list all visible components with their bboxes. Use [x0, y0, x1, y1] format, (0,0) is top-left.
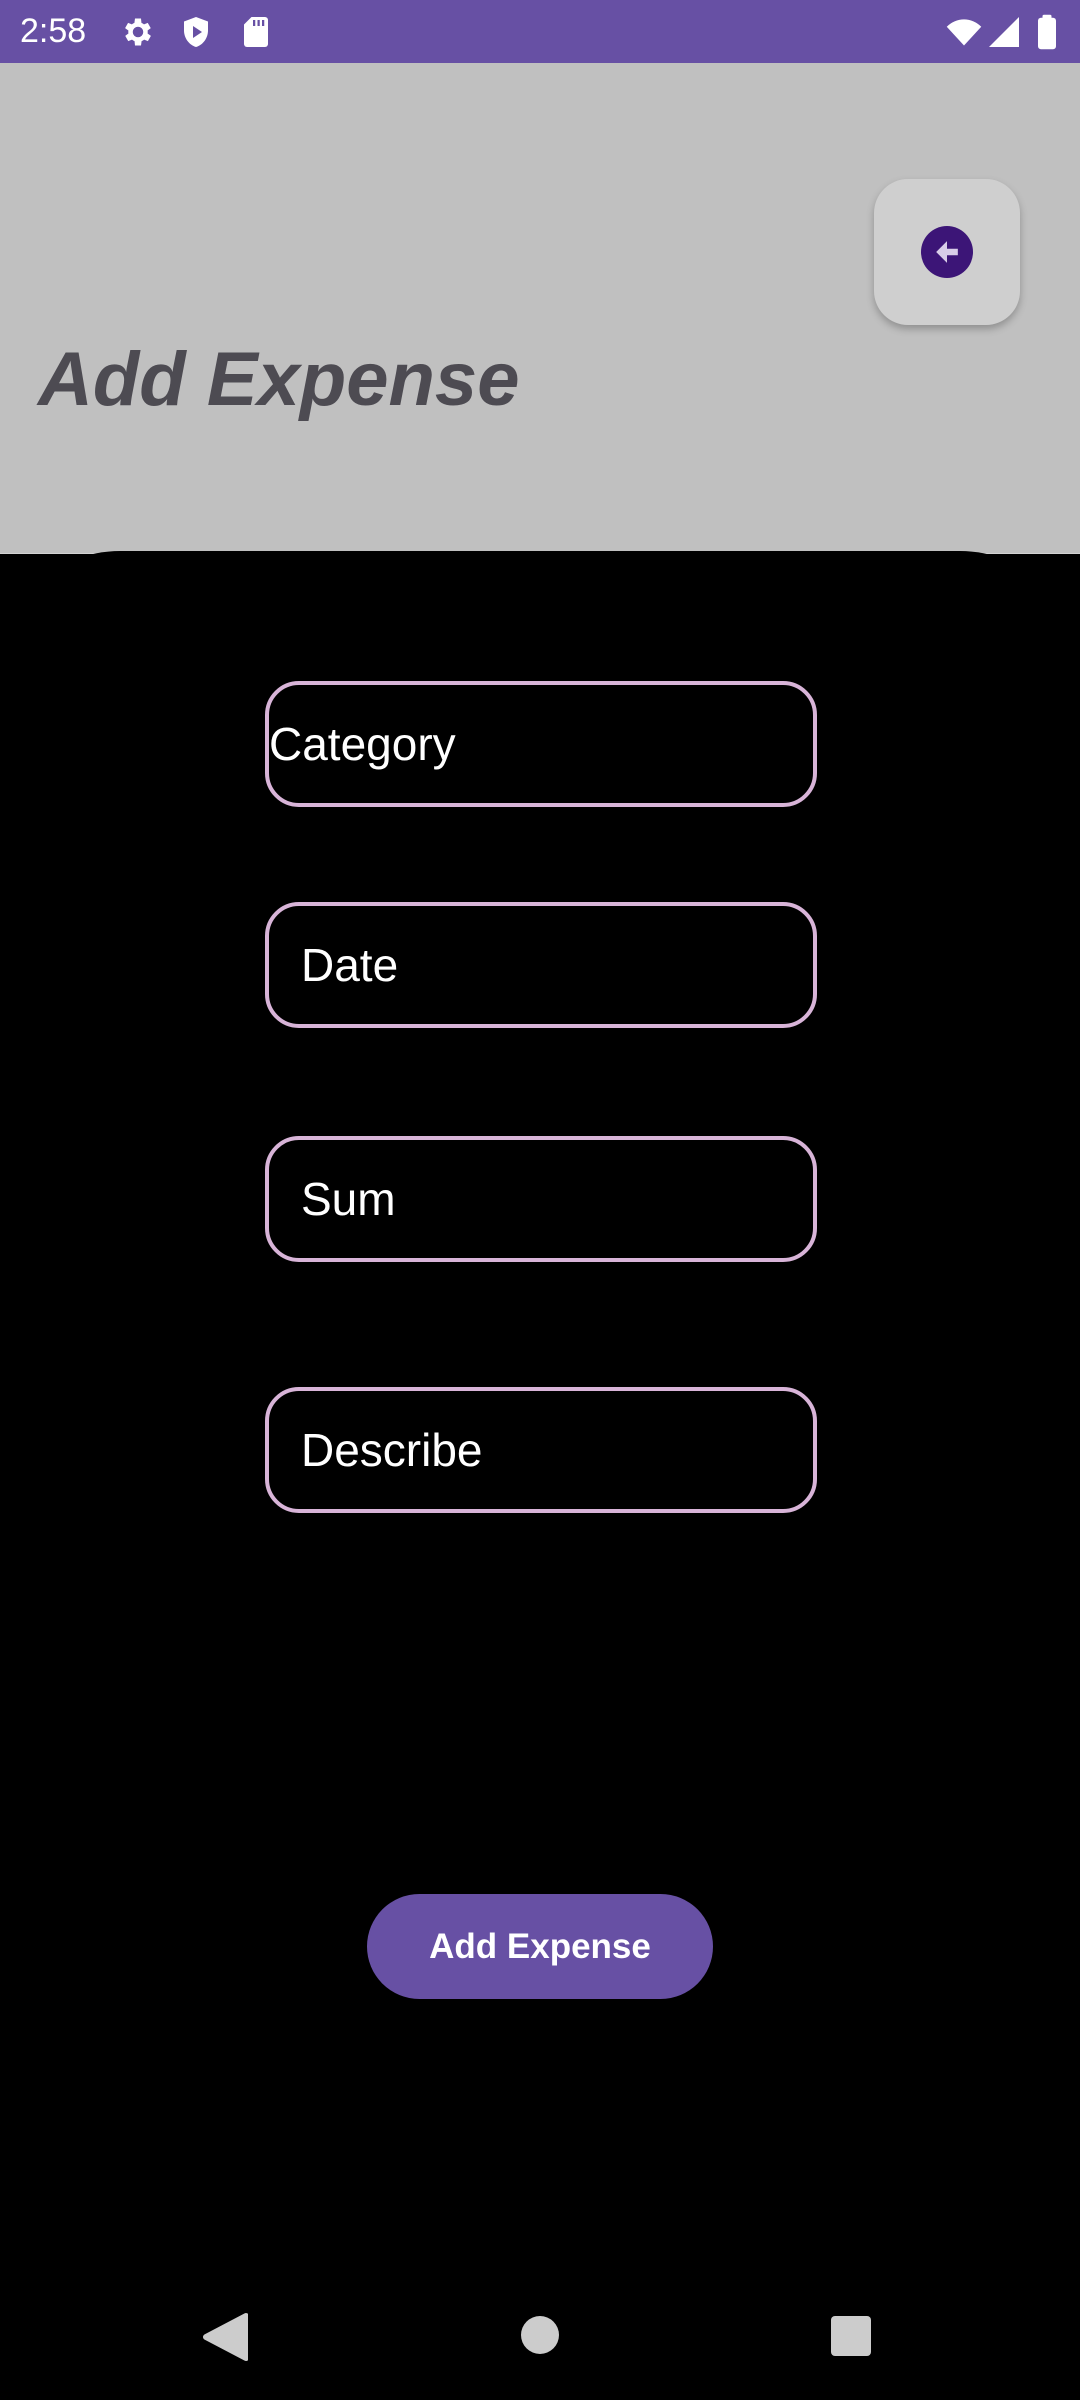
cellular-signal-icon: [989, 17, 1019, 47]
navigation-bar: [0, 2272, 1080, 2400]
add-expense-button[interactable]: Add Expense: [367, 1894, 713, 1999]
arrow-left-icon: [936, 241, 958, 263]
page-title: Add Expense: [38, 337, 520, 422]
category-field-placeholder: Category: [269, 718, 456, 770]
recents-square-icon[interactable]: [830, 2315, 872, 2357]
sd-card-icon: [244, 17, 268, 47]
category-field[interactable]: Category: [265, 681, 817, 807]
wifi-icon: [946, 19, 982, 46]
status-time: 2:58: [20, 12, 87, 50]
date-field[interactable]: Date: [265, 902, 817, 1028]
describe-field-placeholder: Describe: [301, 1424, 483, 1476]
status-bar: 2:58: [0, 0, 1080, 63]
back-button-circle: [921, 226, 973, 278]
battery-icon: [1038, 14, 1056, 50]
sum-field-placeholder: Sum: [301, 1173, 396, 1225]
describe-field[interactable]: Describe: [265, 1387, 817, 1513]
home-circle-icon[interactable]: [520, 2315, 560, 2355]
form-sheet: Category Date Sum Describe: [0, 551, 1080, 2271]
back-button[interactable]: [874, 179, 1020, 325]
back-triangle-icon[interactable]: [202, 2312, 248, 2362]
sum-field[interactable]: Sum: [265, 1136, 817, 1262]
settings-icon: [125, 18, 151, 46]
header: Add Expense: [0, 63, 1080, 554]
shield-play-icon: [184, 17, 208, 47]
date-field-placeholder: Date: [301, 939, 399, 991]
